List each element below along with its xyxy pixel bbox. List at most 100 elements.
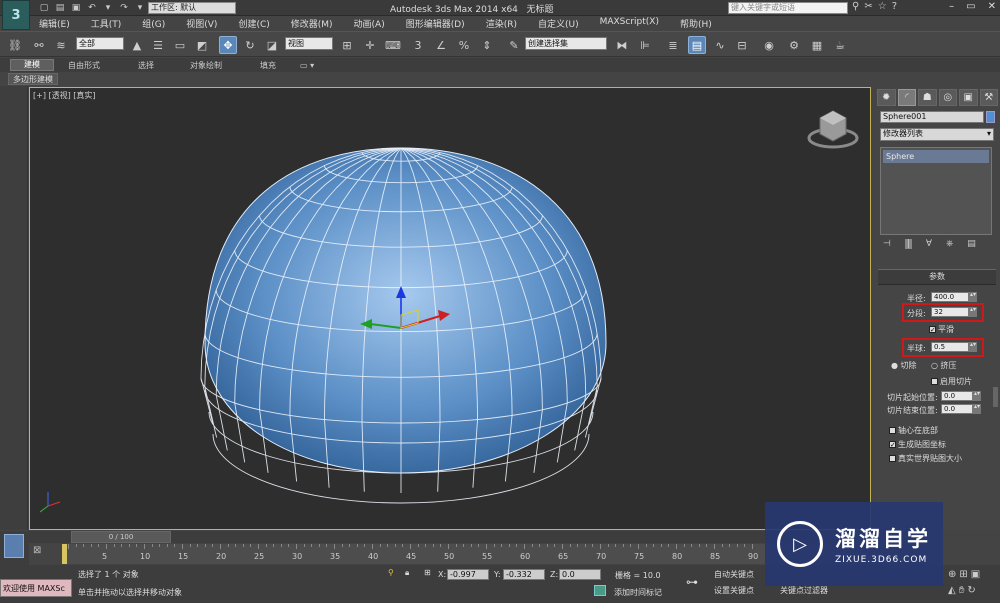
menu-views[interactable]: 视图(V) (179, 16, 231, 30)
dropdown-arrow-icon[interactable]: ▾ (102, 2, 114, 14)
object-color-swatch[interactable] (986, 111, 995, 123)
remove-modifier-icon[interactable]: ⎈ (946, 239, 953, 249)
ribbon-options-icon[interactable]: ▭ ▾ (300, 61, 314, 70)
material-editor-icon[interactable]: ◉ (760, 36, 778, 54)
minimize-icon[interactable]: – (949, 1, 954, 12)
orbit-icon[interactable]: ↻ (967, 585, 975, 596)
mini-curve-editor-icon[interactable] (4, 534, 24, 558)
stack-item-sphere[interactable]: Sphere (883, 150, 989, 163)
modifier-list-select[interactable]: 修改器列表 ▾ (880, 128, 994, 141)
smooth-checkbox[interactable]: ✓ 平滑 (929, 324, 954, 335)
window-crossing-icon[interactable]: ◩ (193, 36, 211, 54)
new-file-icon[interactable]: ▢ (38, 2, 50, 14)
edit-named-selection-icon[interactable]: ✎ (505, 36, 523, 54)
spinner-snap-icon[interactable]: ⇕ (478, 36, 496, 54)
pivot-center-icon[interactable]: ⊞ (338, 36, 356, 54)
fov-icon[interactable]: ◭ (948, 585, 956, 596)
render-production-icon[interactable]: ☕ (831, 36, 849, 54)
perspective-viewport[interactable]: [+] [透视] [真实] (29, 87, 871, 530)
menu-modifiers[interactable]: 修改器(M) (284, 16, 347, 30)
ribbon-tab-object-paint[interactable]: 对象绘制 (190, 60, 222, 71)
menu-help[interactable]: 帮助(H) (673, 16, 726, 30)
lock-selection-icon[interactable]: 🔒︎ (405, 568, 409, 578)
maximize-icon[interactable]: ▭ (966, 1, 975, 12)
workspace-select[interactable]: 工作区: 默认 (148, 2, 236, 14)
time-slider[interactable]: 0 / 100 (71, 531, 171, 543)
isolate-selection-icon[interactable]: ⚲ (388, 568, 394, 577)
ribbon-tab-modeling[interactable]: 建模 (10, 59, 54, 71)
schematic-view-icon[interactable]: ⊟ (733, 36, 751, 54)
base-pivot-checkbox[interactable]: 轴心在底部 (889, 425, 938, 436)
close-icon[interactable]: ✕ (988, 1, 996, 12)
key-icon[interactable]: ⊶ (686, 575, 698, 589)
binoculars-icon[interactable]: ⚲ (852, 1, 859, 12)
keyboard-shortcut-override-icon[interactable]: ⌨ (384, 36, 402, 54)
mirror-icon[interactable]: ⧓ (613, 36, 631, 54)
search-input[interactable]: 键入关键字或短语 (728, 2, 848, 14)
menu-group[interactable]: 组(G) (135, 16, 179, 30)
menu-rendering[interactable]: 渲染(R) (479, 16, 531, 30)
ribbon-tab-populate[interactable]: 填充 (260, 60, 276, 71)
graphite-tools-icon[interactable]: ▤ (688, 36, 706, 54)
make-unique-icon[interactable]: ∀ (926, 239, 932, 249)
select-by-name-icon[interactable]: ☰ (149, 36, 167, 54)
layer-manager-icon[interactable]: ≣ (664, 36, 682, 54)
slice-to-spinner[interactable]: ▴▾ (973, 404, 981, 414)
render-setup-icon[interactable]: ⚙ (785, 36, 803, 54)
utilities-tab-icon[interactable]: ⚒ (979, 89, 998, 106)
x-coordinate-field[interactable]: -0.997 (447, 569, 489, 580)
modify-tab-icon[interactable]: ◜ (897, 89, 916, 106)
named-selection-set-select[interactable]: 创建选择集 (525, 37, 607, 50)
pan-icon[interactable]: ✋︎ (959, 585, 965, 596)
menu-edit[interactable]: 编辑(E) (32, 16, 84, 30)
radius-spinner[interactable]: ▴▾ (969, 292, 977, 302)
select-and-rotate-icon[interactable]: ↻ (241, 36, 259, 54)
ribbon-tab-freeform[interactable]: 自由形式 (68, 60, 100, 71)
slice-on-checkbox[interactable]: 启用切片 (931, 376, 972, 387)
menu-graph-editors[interactable]: 图形编辑器(D) (399, 16, 479, 30)
time-tag-icon[interactable] (594, 585, 606, 596)
motion-tab-icon[interactable]: ◎ (938, 89, 957, 106)
viewcube-icon[interactable] (807, 110, 859, 149)
redo-icon[interactable]: ↷ (118, 2, 130, 14)
select-object-icon[interactable]: ▲ (128, 36, 146, 54)
menu-maxscript[interactable]: MAXScript(X) (593, 16, 673, 30)
object-name-field[interactable]: Sphere001 (880, 111, 984, 123)
bind-spacewarp-icon[interactable]: ≋ (52, 36, 70, 54)
select-and-move-icon[interactable]: ✥ (219, 36, 237, 54)
configure-sets-icon[interactable]: ▤ (967, 239, 976, 249)
real-world-checkbox[interactable]: 真实世界贴图大小 (889, 453, 962, 464)
tools-icon[interactable]: ✂ (864, 1, 872, 12)
undo-icon[interactable]: ↶ (86, 2, 98, 14)
zoom-extents-icon[interactable]: ▣ (971, 569, 980, 580)
unlink-icon[interactable]: ⚯ (30, 36, 48, 54)
y-coordinate-field[interactable]: -0.332 (503, 569, 545, 580)
menu-tools[interactable]: 工具(T) (84, 16, 136, 30)
curve-editor-icon[interactable]: ∿ (711, 36, 729, 54)
angle-snap-icon[interactable]: ∠ (432, 36, 450, 54)
add-time-tag-button[interactable]: 添加时间标记 (614, 587, 662, 598)
slice-from-input[interactable]: 0.0 (941, 391, 973, 401)
create-tab-icon[interactable]: ✹ (877, 89, 896, 106)
maxscript-listener[interactable]: 欢迎使用 MAXSc (0, 579, 72, 597)
select-manipulate-icon[interactable]: ✛ (361, 36, 379, 54)
help-icon[interactable]: ? (892, 1, 897, 12)
chop-radio[interactable]: ● 切除 (891, 360, 917, 371)
ribbon-tab-selection[interactable]: 选择 (138, 60, 154, 71)
key-filters-button[interactable]: 关键点过滤器 (780, 585, 828, 596)
pin-stack-icon[interactable]: ⊣ (883, 239, 891, 249)
zoom-icon[interactable]: ⊕ (948, 569, 956, 580)
current-frame-marker[interactable] (62, 544, 67, 564)
selection-filter-select[interactable]: 全部 (76, 37, 124, 50)
slice-from-spinner[interactable]: ▴▾ (973, 391, 981, 401)
z-coordinate-field[interactable]: 0.0 (559, 569, 601, 580)
absolute-mode-icon[interactable]: ⊞ (424, 568, 431, 577)
show-end-result-icon[interactable]: | (904, 239, 912, 249)
percent-snap-icon[interactable]: % (455, 36, 473, 54)
app-logo[interactable]: 3 (2, 0, 30, 30)
reference-coordinate-select[interactable]: 视图 (285, 37, 333, 50)
parameters-rollout-header[interactable]: 参数 (878, 269, 996, 285)
track-bar[interactable]: 5 10 15 20 25 30 35 40 45 50 55 60 65 70 75 80 85 90 (62, 544, 782, 564)
hemisphere-mesh[interactable] (200, 147, 607, 504)
gen-coords-checkbox[interactable]: ✓ 生成贴图坐标 (889, 439, 946, 450)
